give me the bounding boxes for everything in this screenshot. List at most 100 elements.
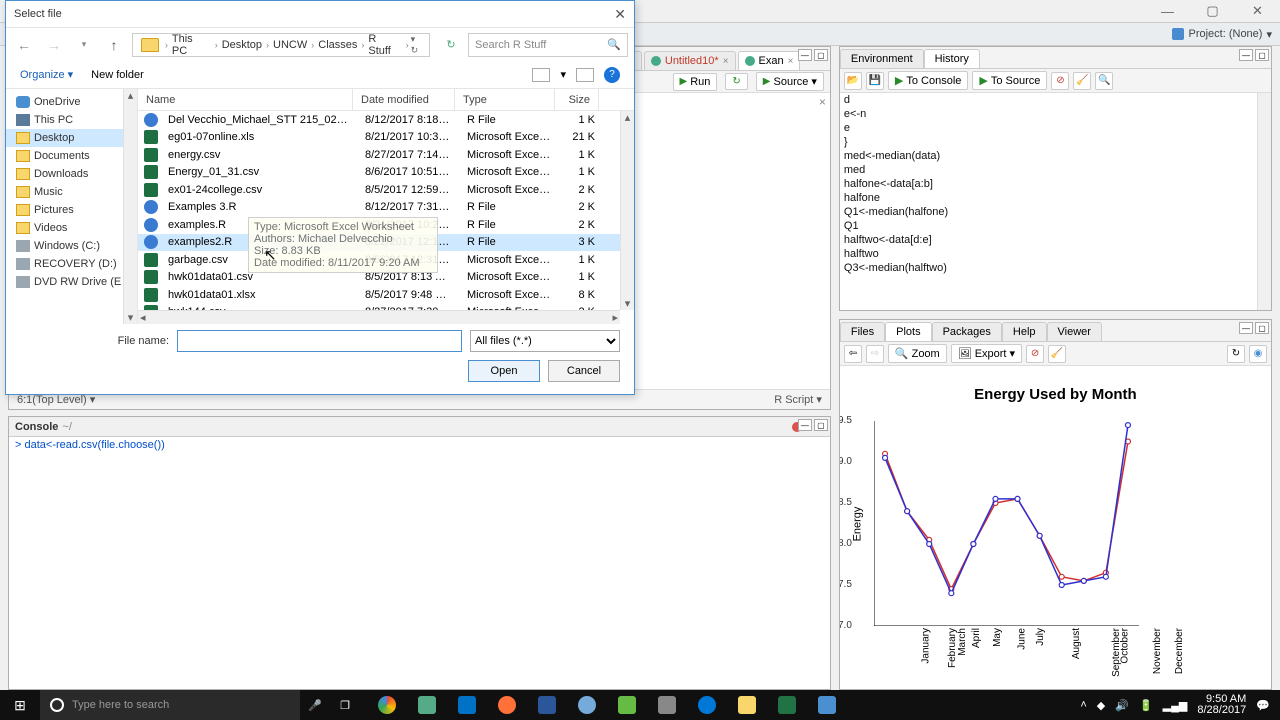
tree-item[interactable]: OneDrive [6,93,137,111]
history-item[interactable]: Q3<-median(halftwo) [844,261,1267,275]
horizontal-scrollbar[interactable]: ◂▸ [138,310,620,324]
column-type[interactable]: Type [455,89,555,110]
save-history-icon[interactable]: 💾 [866,72,884,90]
history-item[interactable]: Q1 [844,219,1267,233]
taskbar-app[interactable] [408,690,446,720]
pane-maximize-icon[interactable]: ▢ [1255,49,1269,61]
organize-button[interactable]: Organize ▾ [20,68,73,81]
file-row[interactable]: eg01-07online.xls 8/21/2017 10:37 PM Mic… [138,129,634,147]
tree-item[interactable]: DVD RW Drive (E [6,273,137,291]
tab-file[interactable]: Exan× [738,51,801,70]
history-item[interactable]: med [844,163,1267,177]
file-row[interactable]: Energy_01_31.csv 8/6/2017 10:51 AM Micro… [138,164,634,182]
tab-environment[interactable]: Environment [840,49,924,68]
taskbar-app[interactable] [808,690,846,720]
prev-plot-icon[interactable]: ⇦ [844,345,862,363]
tab-packages[interactable]: Packages [932,322,1002,341]
task-view-icon[interactable]: ❐ [330,699,360,712]
battery-icon[interactable]: 🔋 [1139,699,1153,712]
breadcrumb-item[interactable]: R Stuff [366,33,403,57]
taskbar-app[interactable] [488,690,526,720]
breadcrumb-item[interactable]: This PC [170,33,213,57]
close-document-icon[interactable]: × [819,95,826,109]
clock[interactable]: 9:50 AM 8/28/2017 [1197,694,1246,716]
pane-minimize-icon[interactable]: — [798,419,812,431]
network-icon[interactable]: ▂▄▆ [1163,699,1188,712]
history-item[interactable]: halftwo [844,247,1267,261]
breadcrumb-item[interactable]: UNCW [271,39,309,51]
pane-maximize-icon[interactable]: ▢ [1255,322,1269,334]
taskbar-app[interactable] [648,690,686,720]
pane-minimize-icon[interactable]: — [798,49,812,61]
history-item[interactable]: d [844,93,1267,107]
tray-icon[interactable]: ◆ [1097,699,1105,712]
taskbar-search[interactable]: Type here to search [40,690,300,720]
run-button[interactable]: ▶Run [673,73,718,91]
history-item[interactable]: halfone [844,191,1267,205]
filename-input[interactable] [177,330,462,352]
taskbar-app[interactable] [728,690,766,720]
refresh-icon[interactable]: ↻ [440,34,462,56]
minimize-button[interactable]: — [1145,0,1190,22]
taskbar-app[interactable] [368,690,406,720]
next-plot-icon[interactable]: ⇨ [866,345,884,363]
column-size[interactable]: Size [555,89,599,110]
nav-up-icon[interactable]: ↑ [102,33,126,57]
tree-item[interactable]: Videos [6,219,137,237]
to-console-button[interactable]: ▶To Console [888,71,969,90]
remove-icon[interactable]: ⊘ [1051,72,1069,90]
file-row[interactable]: Del Vecchio_Michael_STT 215_02_R Tutor..… [138,111,634,129]
volume-icon[interactable]: 🔊 [1115,699,1129,712]
tree-item[interactable]: This PC [6,111,137,129]
pane-maximize-icon[interactable]: ▢ [814,49,828,61]
breadcrumb-item[interactable]: Classes [316,39,359,51]
taskbar-app[interactable] [528,690,566,720]
tree-item[interactable]: Music [6,183,137,201]
history-item[interactable]: } [844,135,1267,149]
column-name[interactable]: Name [138,89,353,110]
preview-pane-icon[interactable] [576,68,594,82]
tree-item[interactable]: Windows (C:) [6,237,137,255]
refresh-icon[interactable]: ↻ [1227,345,1245,363]
start-button[interactable]: ⊞ [0,690,40,720]
taskbar-app[interactable] [768,690,806,720]
history-item[interactable]: med<-median(data) [844,149,1267,163]
to-source-button[interactable]: ▶To Source [972,71,1047,90]
history-item[interactable]: halfone<-data[a:b] [844,177,1267,191]
remove-plot-icon[interactable]: ⊘ [1026,345,1044,363]
file-row[interactable]: Examples 3.R 8/12/2017 7:31 AM R File 2 … [138,199,634,217]
help-icon[interactable]: ? [604,67,620,83]
tree-item[interactable]: Documents [6,147,137,165]
tab-history[interactable]: History [924,49,980,68]
tab-files[interactable]: Files [840,322,885,341]
tree-item[interactable]: RECOVERY (D:) [6,255,137,273]
breadcrumb[interactable]: › This PC›Desktop›UNCW›Classes›R Stuff›▾… [132,33,430,57]
history-item[interactable]: Q1<-median(halfone) [844,205,1267,219]
tree-item[interactable]: Downloads [6,165,137,183]
cancel-button[interactable]: Cancel [548,360,620,382]
new-folder-button[interactable]: New folder [91,69,144,81]
clear-all-icon[interactable]: 🧹 [1048,345,1066,363]
file-filter-select[interactable]: All files (*.*) [470,330,620,352]
breadcrumb-item[interactable]: Desktop [220,39,264,51]
tab-help[interactable]: Help [1002,322,1047,341]
notifications-icon[interactable]: 💬 [1256,699,1270,712]
tray-chevron-icon[interactable]: ˄ [1080,699,1086,711]
project-selector[interactable]: Project: (None) ▾ [1172,28,1272,41]
tab-plots[interactable]: Plots [885,322,931,341]
taskbar-app[interactable] [608,690,646,720]
export-button[interactable]: 🖼Export▾ [951,344,1022,363]
history-list[interactable]: de<-ne}med<-median(data)medhalfone<-data… [840,93,1271,310]
zoom-button[interactable]: 🔍Zoom [888,344,947,363]
column-date[interactable]: Date modified [353,89,455,110]
scrollbar[interactable] [1257,93,1271,310]
tree-item[interactable]: Pictures [6,201,137,219]
pane-minimize-icon[interactable]: — [1239,322,1253,334]
load-history-icon[interactable]: 📂 [844,72,862,90]
source-button[interactable]: ▶Source▾ [756,72,824,91]
tree-item[interactable]: Desktop [6,129,137,147]
tab-file[interactable]: Untitled10*× [644,51,736,70]
search-input[interactable]: Search R Stuff 🔍 [468,33,628,57]
taskbar-app[interactable] [688,690,726,720]
recent-dropdown-icon[interactable]: ▾ [72,33,96,57]
